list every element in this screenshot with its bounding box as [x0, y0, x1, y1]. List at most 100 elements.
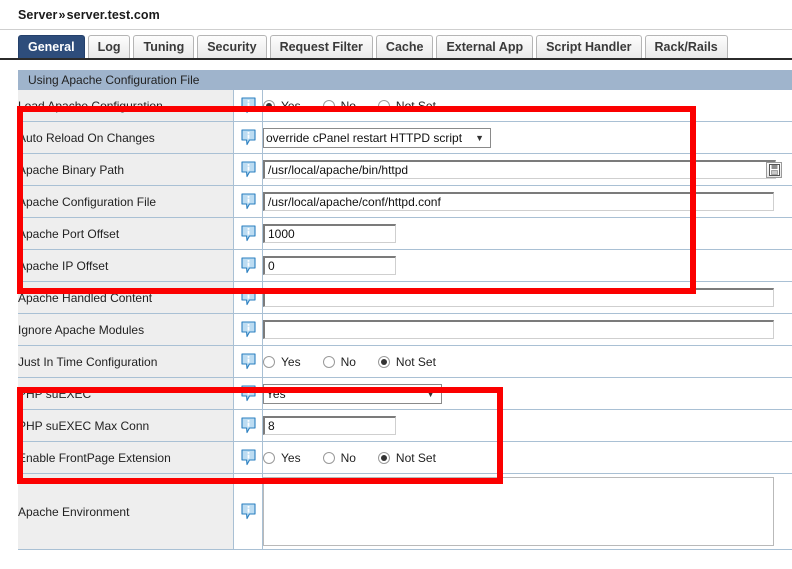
row-value-ignore-apache-modules: [262, 313, 792, 346]
row-value-auto-reload-on-changes: override cPanel restart HTTPD script ▼: [262, 121, 792, 154]
breadcrumb-separator: »: [58, 8, 66, 22]
table-row: Enable FrontPage Extension Yes No Not Se…: [18, 441, 792, 474]
radio-group-load-apache-configuration: Yes No Not Set: [263, 99, 792, 113]
radio-dot: [377, 451, 390, 464]
radio-enable-frontpage-extension-yes[interactable]: Yes: [263, 451, 301, 465]
section-header: Using Apache Configuration File: [18, 70, 792, 90]
radio-load-apache-configuration-no[interactable]: No: [322, 99, 356, 113]
tab-security[interactable]: Security: [197, 35, 267, 58]
row-label-ignore-apache-modules: Ignore Apache Modules: [18, 313, 234, 346]
row-label-apache-binary-path: Apache Binary Path: [18, 153, 234, 186]
info-cell: [233, 377, 263, 410]
file-picker-icon[interactable]: [766, 161, 782, 178]
info-bubble-icon[interactable]: [240, 161, 256, 178]
info-cell: [233, 90, 263, 122]
info-cell: [233, 121, 263, 154]
breadcrumb-current: server.test.com: [66, 8, 160, 22]
tab-general[interactable]: General: [18, 35, 85, 58]
row-value-enable-frontpage-extension: Yes No Not Set: [262, 441, 792, 474]
row-value-php-suexec-max-conn: [262, 409, 792, 442]
table-row: Apache Environment: [18, 473, 792, 550]
info-bubble-icon[interactable]: [240, 353, 256, 370]
select-php-suexec[interactable]: Yes: [263, 383, 442, 404]
info-bubble-icon[interactable]: [240, 97, 256, 114]
select-auto-reload-on-changes[interactable]: override cPanel restart HTTPD script: [263, 127, 491, 148]
info-cell: [233, 441, 263, 474]
info-cell: [233, 313, 263, 346]
row-label-apache-configuration-file: Apache Configuration File: [18, 185, 234, 218]
info-bubble-icon[interactable]: [240, 225, 256, 242]
row-label-apache-handled-content: Apache Handled Content: [18, 281, 234, 314]
radio-just-in-time-configuration-yes[interactable]: Yes: [263, 355, 301, 369]
config-table: Load Apache Configuration Yes No Not Set: [18, 90, 792, 550]
info-bubble-icon[interactable]: [240, 257, 256, 274]
input-apache-configuration-file[interactable]: [263, 192, 774, 211]
tab-external-app[interactable]: External App: [436, 35, 534, 58]
row-value-php-suexec: Yes ▼: [262, 377, 792, 410]
textarea-apache-environment[interactable]: [263, 477, 774, 546]
info-cell: [233, 185, 263, 218]
row-value-apache-binary-path: [262, 153, 792, 186]
input-ignore-apache-modules[interactable]: [263, 320, 774, 339]
radio-group-enable-frontpage-extension: Yes No Not Set: [263, 451, 792, 465]
info-cell: [233, 409, 263, 442]
input-apache-handled-content[interactable]: [263, 288, 774, 307]
radio-just-in-time-configuration-notset[interactable]: Not Set: [377, 355, 436, 369]
info-bubble-icon[interactable]: [240, 321, 256, 338]
tab-script-handler[interactable]: Script Handler: [536, 35, 642, 58]
info-bubble-icon[interactable]: [240, 417, 256, 434]
row-label-php-suexec-max-conn: PHP suEXEC Max Conn: [18, 409, 234, 442]
info-bubble-icon[interactable]: [240, 449, 256, 466]
radio-dot: [322, 451, 335, 464]
info-cell: [233, 153, 263, 186]
info-bubble-icon[interactable]: [240, 129, 256, 146]
input-apache-port-offset[interactable]: [263, 224, 396, 243]
tab-bar-underline: [0, 58, 792, 60]
tab-log[interactable]: Log: [87, 35, 131, 58]
input-apache-ip-offset[interactable]: [263, 256, 396, 275]
tab-tuning[interactable]: Tuning: [133, 35, 195, 58]
row-label-apache-port-offset: Apache Port Offset: [18, 217, 234, 250]
info-cell: [233, 249, 263, 282]
row-value-apache-handled-content: [262, 281, 792, 314]
table-row: Just In Time Configuration Yes No Not Se…: [18, 345, 792, 378]
row-label-enable-frontpage-extension: Enable FrontPage Extension: [18, 441, 234, 474]
radio-dot: [322, 355, 335, 368]
table-row: Load Apache Configuration Yes No Not Set: [18, 90, 792, 122]
info-cell: [233, 345, 263, 378]
table-row: Apache IP Offset: [18, 249, 792, 282]
row-value-apache-environment: [262, 473, 792, 550]
info-bubble-icon[interactable]: [240, 193, 256, 210]
radio-dot: [377, 355, 390, 368]
radio-load-apache-configuration-notset[interactable]: Not Set: [377, 99, 436, 113]
radio-just-in-time-configuration-no[interactable]: No: [322, 355, 356, 369]
tab-rack-rails[interactable]: Rack/Rails: [644, 35, 728, 58]
input-apache-binary-path[interactable]: [263, 160, 776, 179]
table-row: PHP suEXEC Yes ▼: [18, 377, 792, 410]
select-wrap-auto-reload: override cPanel restart HTTPD script ▼: [263, 127, 491, 148]
radio-dot: [263, 99, 275, 112]
radio-enable-frontpage-extension-notset[interactable]: Not Set: [377, 451, 436, 465]
table-row: Auto Reload On Changes override cPanel r…: [18, 121, 792, 154]
table-row: Ignore Apache Modules: [18, 313, 792, 346]
select-wrap-php-suexec: Yes ▼: [263, 383, 442, 404]
info-bubble-icon[interactable]: [240, 503, 256, 520]
breadcrumb: Server»server.test.com: [0, 0, 792, 29]
info-bubble-icon[interactable]: [240, 289, 256, 306]
table-row: Apache Handled Content: [18, 281, 792, 314]
radio-dot: [263, 355, 275, 368]
radio-group-just-in-time-configuration: Yes No Not Set: [263, 355, 792, 369]
row-value-just-in-time-configuration: Yes No Not Set: [262, 345, 792, 378]
tab-request-filter[interactable]: Request Filter: [269, 35, 373, 58]
radio-load-apache-configuration-yes[interactable]: Yes: [263, 99, 301, 113]
radio-enable-frontpage-extension-no[interactable]: No: [322, 451, 356, 465]
tab-cache[interactable]: Cache: [375, 35, 434, 58]
info-bubble-icon[interactable]: [240, 385, 256, 402]
row-label-load-apache-configuration: Load Apache Configuration: [18, 90, 234, 122]
breadcrumb-root[interactable]: Server: [18, 8, 58, 22]
radio-dot: [377, 99, 390, 112]
row-label-auto-reload-on-changes: Auto Reload On Changes: [18, 121, 234, 154]
table-row: Apache Port Offset: [18, 217, 792, 250]
radio-dot: [263, 451, 275, 464]
input-php-suexec-max-conn[interactable]: [263, 416, 396, 435]
